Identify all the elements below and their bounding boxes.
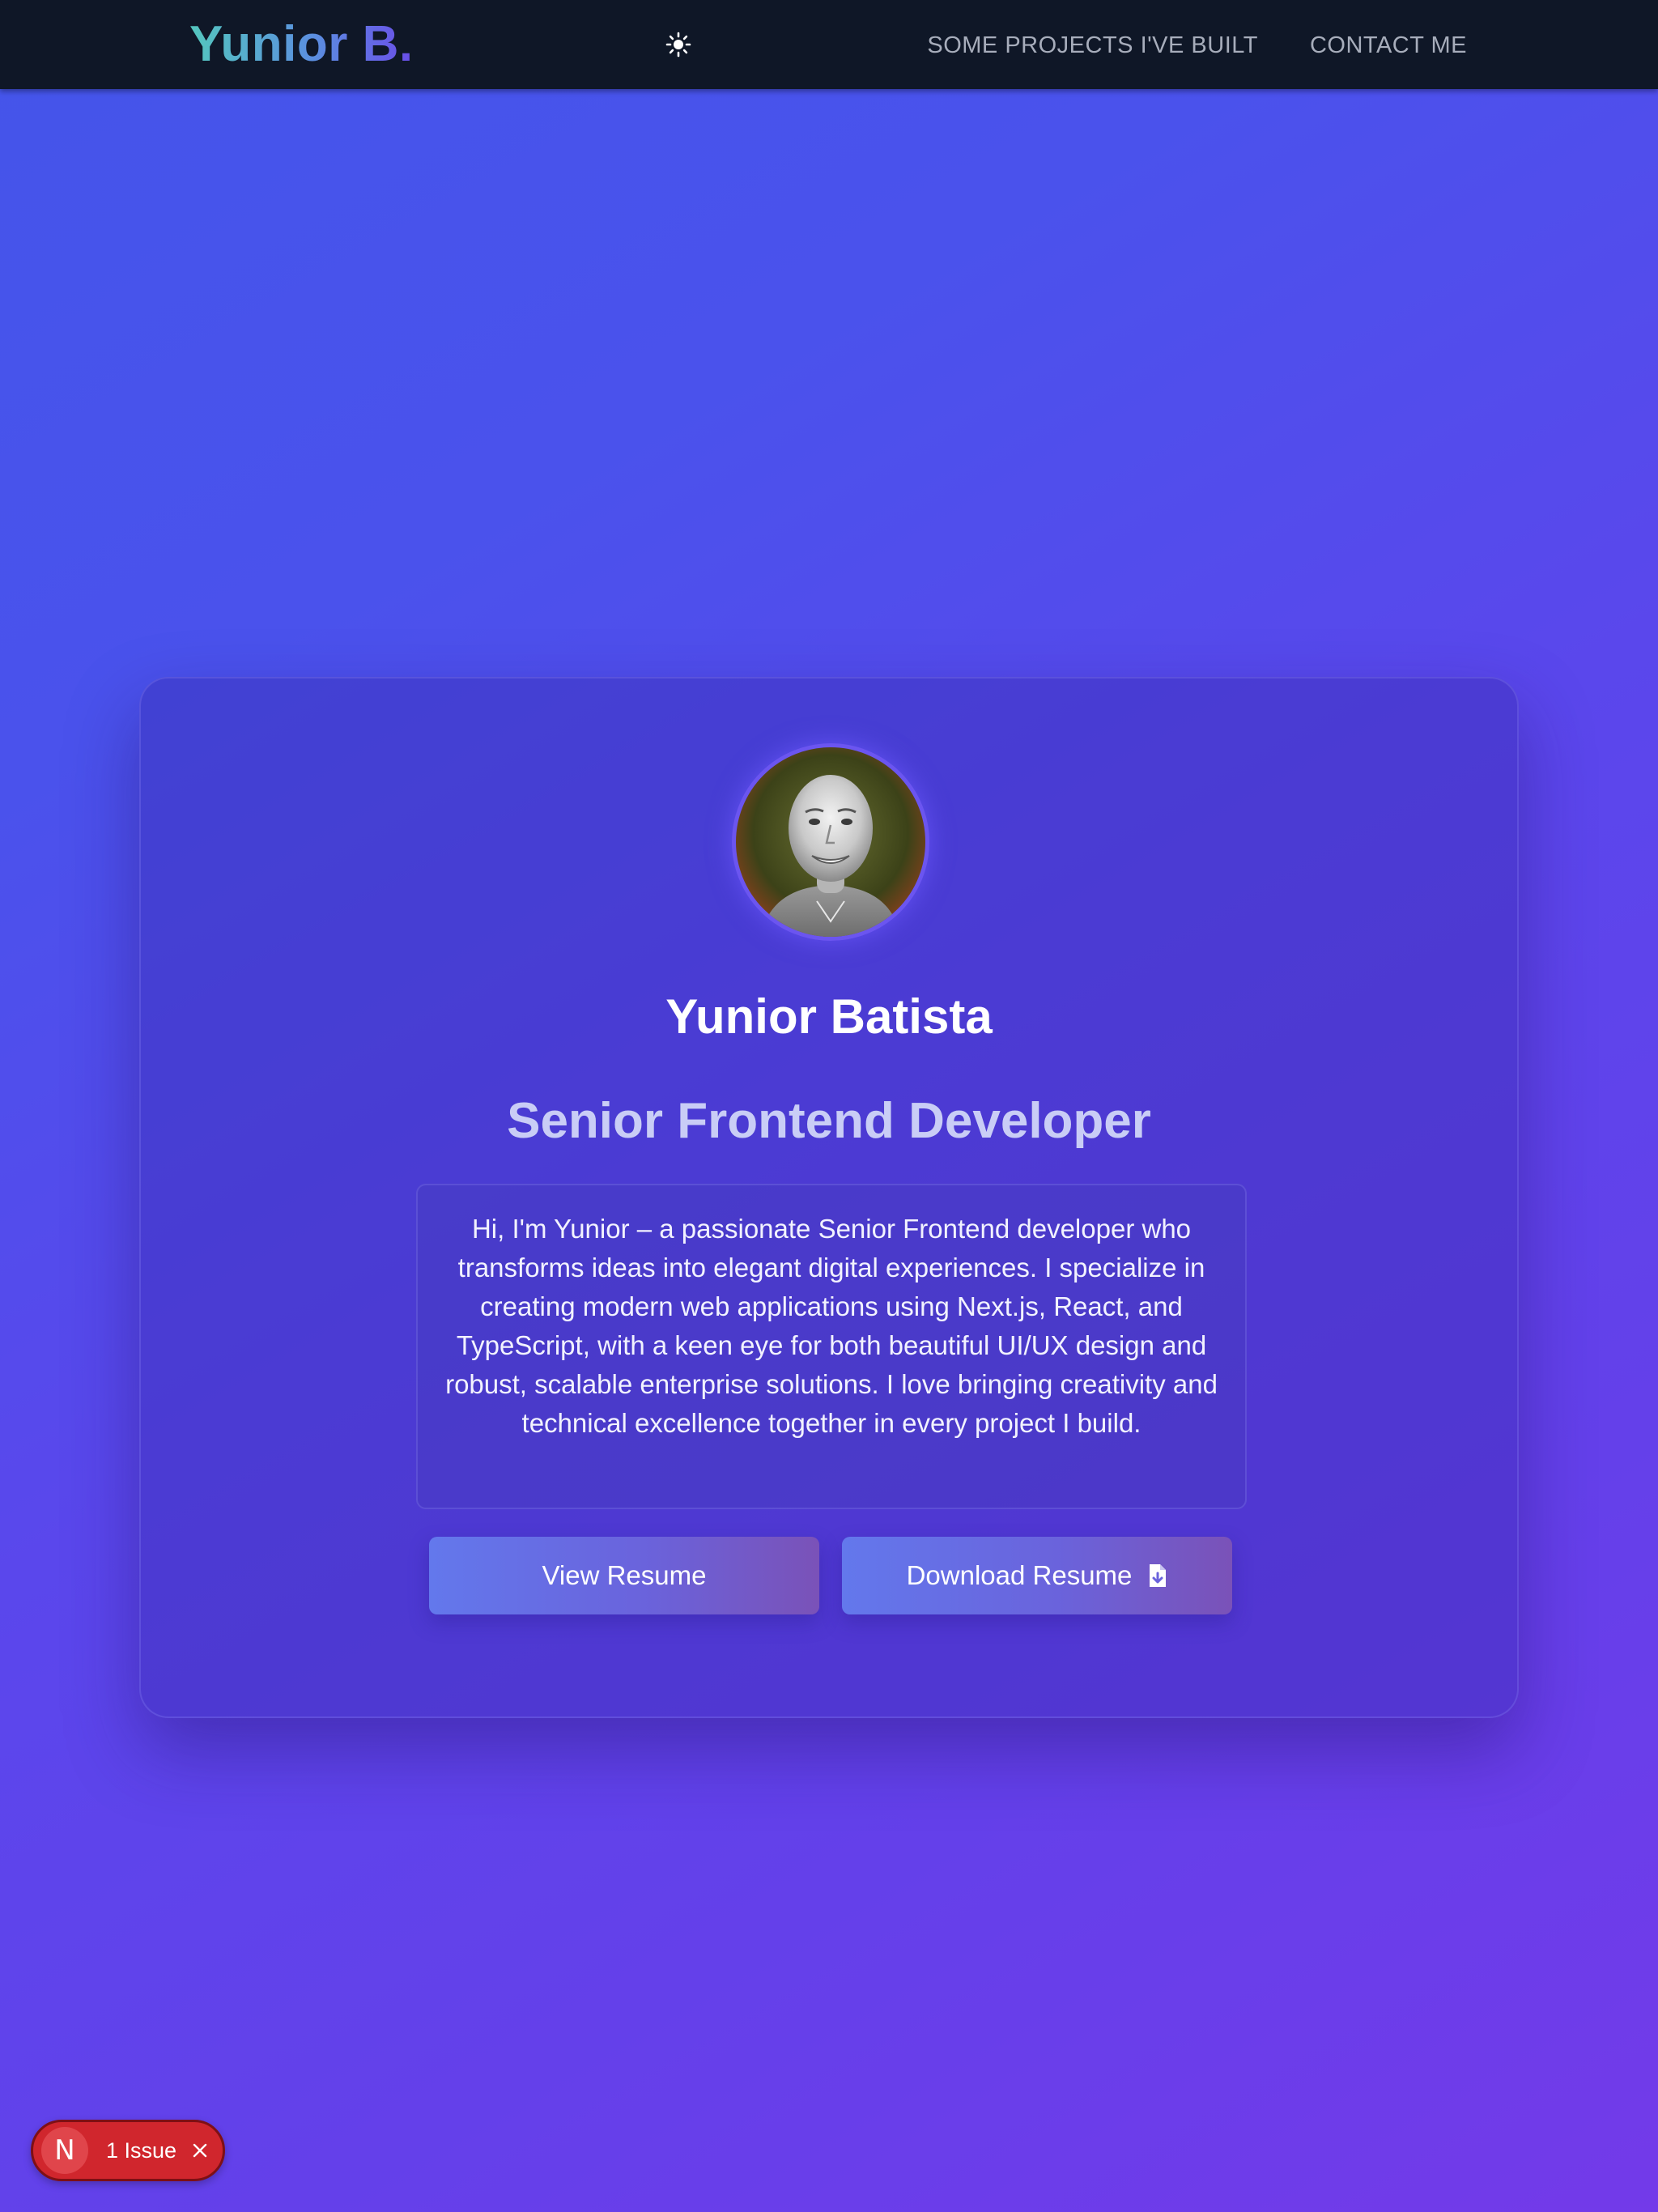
- main-nav: SOME PROJECTS I'VE BUILT CONTACT ME: [927, 29, 1467, 62]
- nav-link-contact[interactable]: CONTACT ME: [1310, 29, 1467, 62]
- bio-text: Hi, I'm Yunior – a passionate Senior Fro…: [445, 1214, 1218, 1438]
- view-resume-button[interactable]: View Resume: [429, 1537, 819, 1614]
- close-icon[interactable]: [188, 2138, 212, 2163]
- theme-toggle-button[interactable]: [662, 28, 695, 61]
- profile-card: Yunior Batista Senior Frontend Developer…: [139, 677, 1519, 1718]
- dev-issues-badge[interactable]: N 1 Issue: [31, 2120, 225, 2181]
- site-logo[interactable]: Yunior B.: [189, 13, 414, 76]
- file-download-icon: [1150, 1564, 1167, 1587]
- nextjs-logo-icon: N: [41, 2127, 88, 2174]
- top-navbar: Yunior B. SOME PROJECTS I'VE BUILT CONTA…: [0, 0, 1658, 89]
- profile-role: Senior Frontend Developer: [507, 1093, 1151, 1149]
- download-resume-button[interactable]: Download Resume: [842, 1537, 1232, 1614]
- sun-icon: [665, 32, 691, 57]
- profile-name: Yunior Batista: [665, 989, 993, 1044]
- download-resume-label: Download Resume: [906, 1560, 1133, 1590]
- issue-count-label: 1 Issue: [106, 2138, 177, 2163]
- profile-avatar: [732, 743, 929, 941]
- nav-link-projects[interactable]: SOME PROJECTS I'VE BUILT: [927, 29, 1258, 62]
- view-resume-label: View Resume: [542, 1560, 707, 1590]
- profile-photo: [760, 775, 901, 937]
- bio-box: Hi, I'm Yunior – a passionate Senior Fro…: [416, 1184, 1247, 1509]
